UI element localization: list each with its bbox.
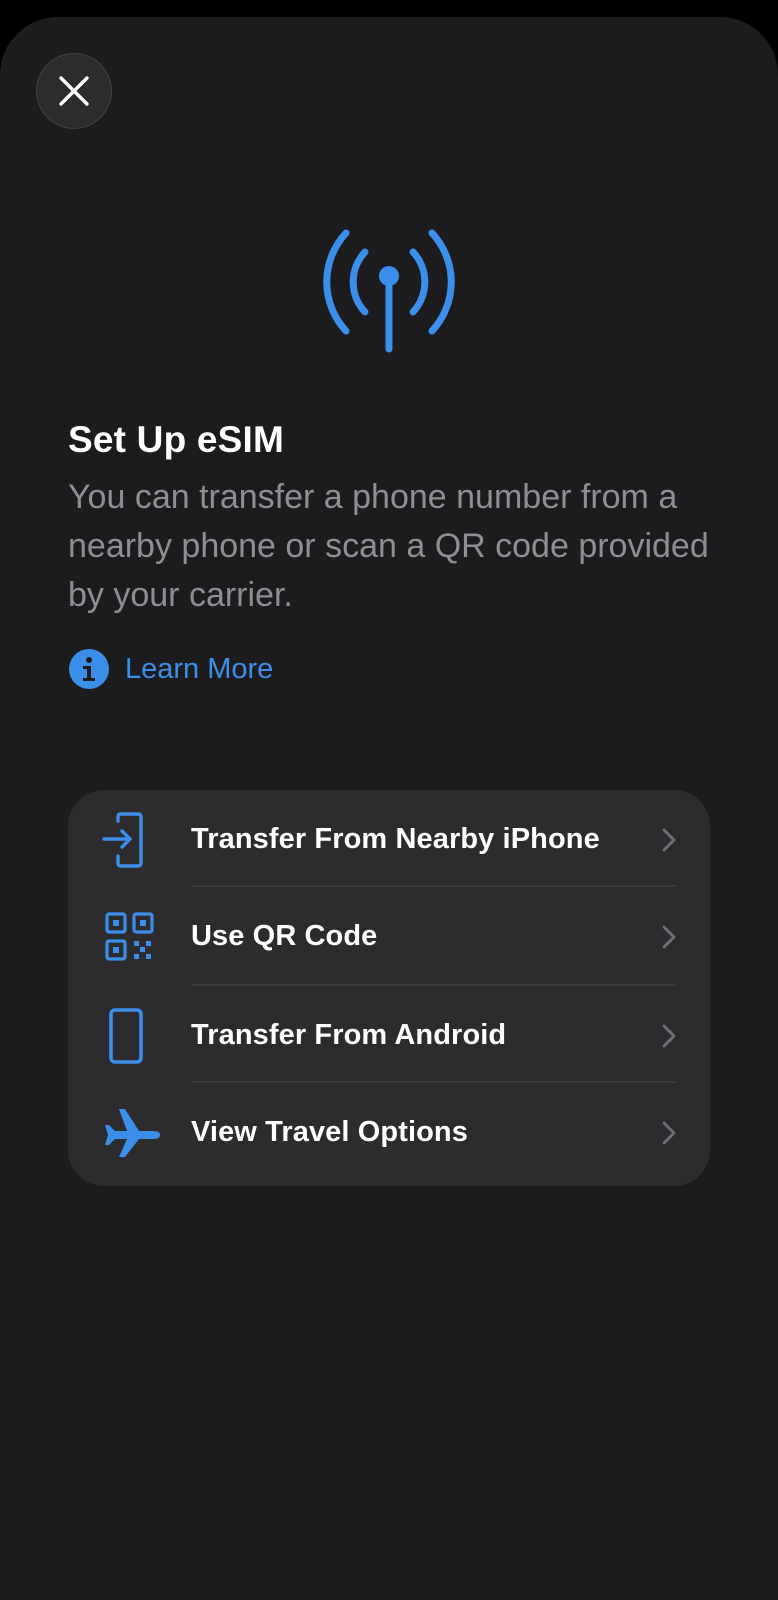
close-icon bbox=[59, 76, 89, 106]
option-transfer-nearby-iphone[interactable]: Transfer From Nearby iPhone bbox=[68, 790, 710, 889]
learn-more-label: Learn More bbox=[125, 652, 274, 685]
page-title: Set Up eSIM bbox=[68, 419, 285, 460]
info-circle-icon bbox=[69, 649, 109, 689]
setup-esim-sheet: Set Up eSIM You can transfer a phone num… bbox=[0, 17, 778, 1600]
option-use-qr-code[interactable]: Use QR Code bbox=[68, 887, 710, 986]
option-label: Transfer From Android bbox=[191, 1019, 507, 1051]
qr-code-icon bbox=[105, 912, 154, 961]
learn-more-link[interactable]: Learn More bbox=[69, 647, 273, 691]
chevron-right-icon bbox=[662, 925, 676, 949]
option-transfer-from-android[interactable]: Transfer From Android bbox=[68, 986, 710, 1085]
phone-outline-icon bbox=[109, 1008, 143, 1064]
esim-options-list: Transfer From Nearby iPhone Use QR Code … bbox=[68, 790, 710, 1186]
cellular-antenna-icon bbox=[323, 229, 455, 353]
page-description: You can transfer a phone number from a n… bbox=[68, 478, 709, 614]
transfer-in-icon bbox=[102, 812, 143, 868]
option-label: Transfer From Nearby iPhone bbox=[191, 823, 600, 855]
option-label: Use QR Code bbox=[191, 920, 378, 952]
close-button[interactable] bbox=[36, 53, 112, 129]
option-label: View Travel Options bbox=[191, 1116, 468, 1148]
option-view-travel-options[interactable]: View Travel Options bbox=[68, 1083, 710, 1182]
chevron-right-icon bbox=[662, 1024, 676, 1048]
chevron-right-icon bbox=[662, 828, 676, 852]
chevron-right-icon bbox=[662, 1121, 676, 1145]
airplane-icon bbox=[105, 1109, 160, 1157]
